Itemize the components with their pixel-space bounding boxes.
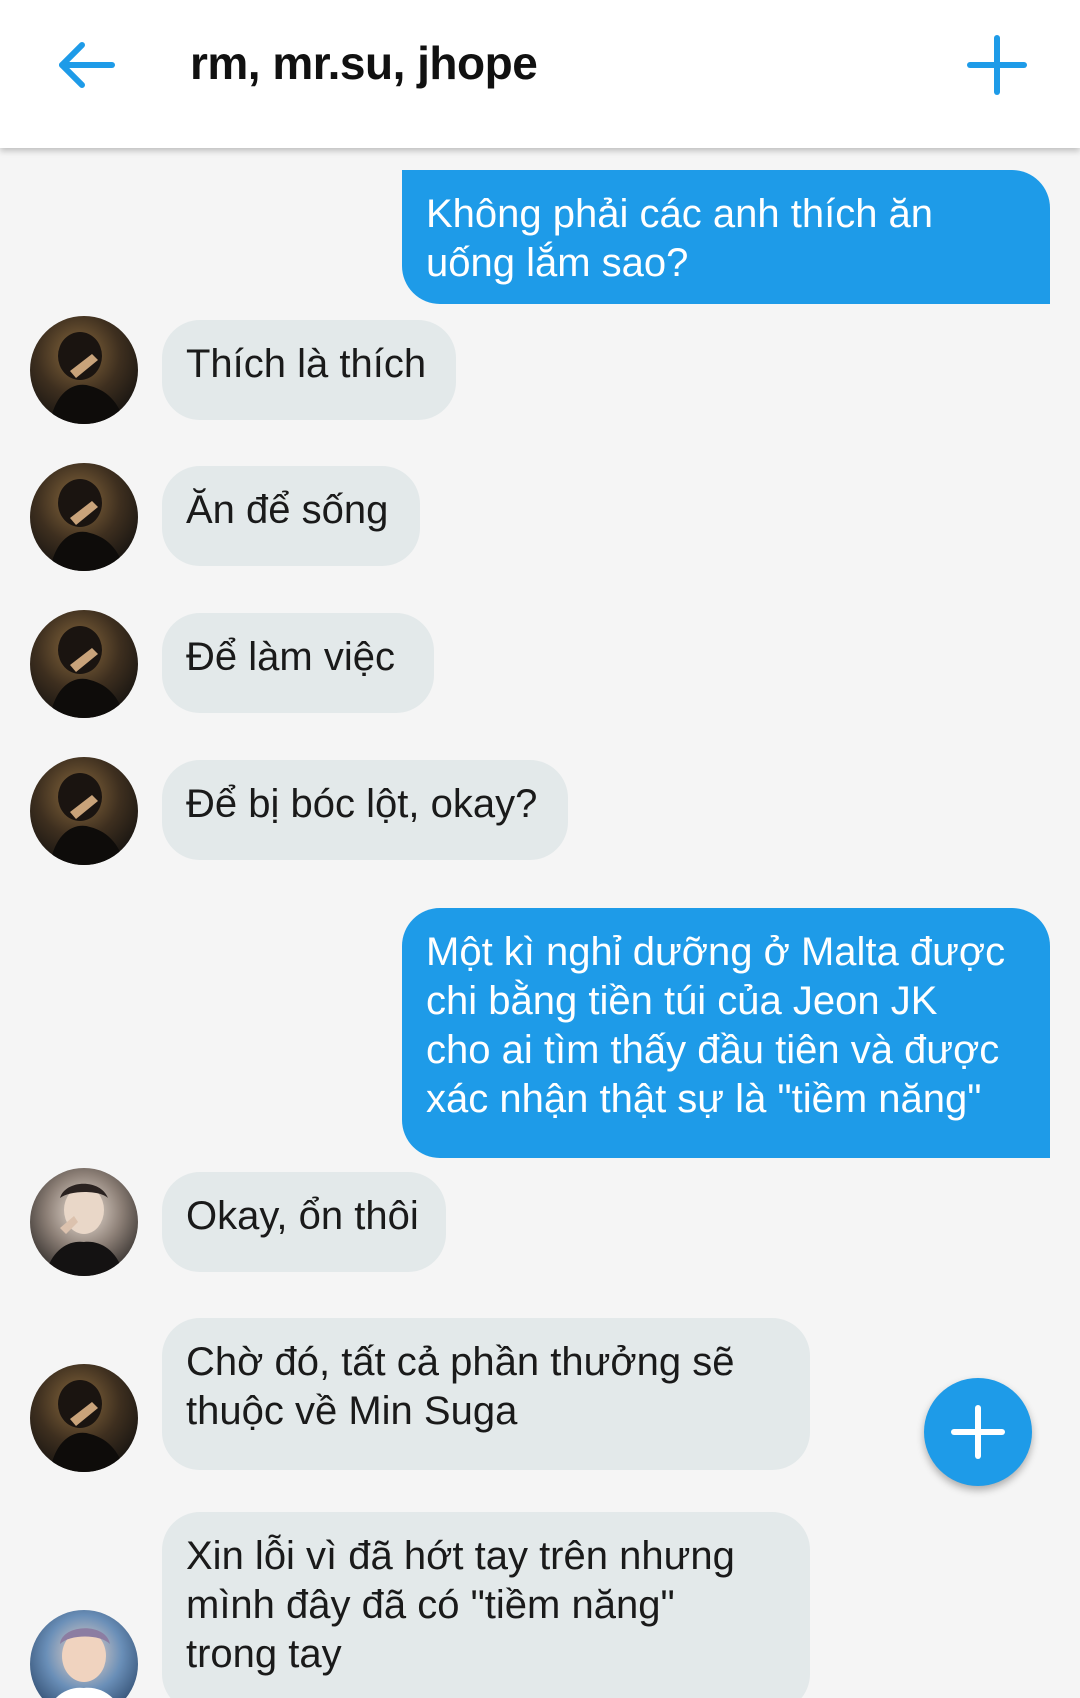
message-line: chi bằng tiền túi của Jeon JK: [426, 979, 938, 1023]
rm-avatar[interactable]: [30, 1610, 138, 1698]
compose-fab-button[interactable]: [924, 1378, 1032, 1486]
message-line: Chờ đó, tất cả phần thưởng sẽ: [186, 1340, 735, 1384]
message-line: trong tay: [186, 1632, 342, 1676]
message-line: uống lắm sao?: [426, 241, 689, 285]
back-button[interactable]: [50, 30, 120, 100]
message-line: mình đây đã có "tiềm năng": [186, 1583, 675, 1627]
mr-su-avatar[interactable]: [30, 610, 138, 718]
message-line: Thích là thích: [186, 342, 427, 386]
incoming-message[interactable]: Chờ đó, tất cả phần thưởng sẽ thuộc về M…: [162, 1318, 810, 1470]
plus-icon: [967, 35, 1027, 95]
message-line: Để bị bóc lột, okay?: [186, 782, 538, 826]
chat-title: rm, mr.su, jhope: [190, 37, 538, 89]
mr-su-avatar[interactable]: [30, 1364, 138, 1472]
message-line: Xin lỗi vì đã hớt tay trên nhưng: [186, 1534, 735, 1578]
chat-header: rm, mr.su, jhope: [0, 0, 1080, 148]
outgoing-message[interactable]: Một kì nghỉ dưỡng ở Malta được chi bằng …: [402, 908, 1050, 1158]
plus-icon: [951, 1405, 1005, 1459]
add-participant-button[interactable]: [960, 28, 1034, 102]
message-line: thuộc về Min Suga: [186, 1389, 518, 1433]
message-line: Không phải các anh thích ăn: [426, 192, 934, 236]
message-list[interactable]: Không phải các anh thích ăn uống lắm sao…: [0, 148, 1080, 1698]
message-line: Ăn để sống: [186, 488, 389, 532]
mr-su-avatar[interactable]: [30, 757, 138, 865]
incoming-message[interactable]: Okay, ổn thôi: [162, 1172, 446, 1272]
arrow-left-icon: [59, 42, 115, 88]
incoming-message[interactable]: Để bị bóc lột, okay?: [162, 760, 568, 860]
message-line: Okay, ổn thôi: [186, 1194, 419, 1238]
jhope-avatar[interactable]: [30, 1168, 138, 1276]
incoming-message[interactable]: Xin lỗi vì đã hớt tay trên nhưng mình đâ…: [162, 1512, 810, 1698]
mr-su-avatar[interactable]: [30, 463, 138, 571]
message-line: xác nhận thật sự là "tiềm năng": [426, 1077, 982, 1121]
message-line: cho ai tìm thấy đầu tiên và được: [426, 1028, 1000, 1072]
message-line: Để làm việc: [186, 635, 395, 679]
incoming-message[interactable]: Ăn để sống: [162, 466, 420, 566]
outgoing-message[interactable]: Không phải các anh thích ăn uống lắm sao…: [402, 170, 1050, 304]
incoming-message[interactable]: Để làm việc: [162, 613, 434, 713]
incoming-message[interactable]: Thích là thích: [162, 320, 456, 420]
mr-su-avatar[interactable]: [30, 316, 138, 424]
message-line: Một kì nghỉ dưỡng ở Malta được: [426, 930, 1006, 974]
